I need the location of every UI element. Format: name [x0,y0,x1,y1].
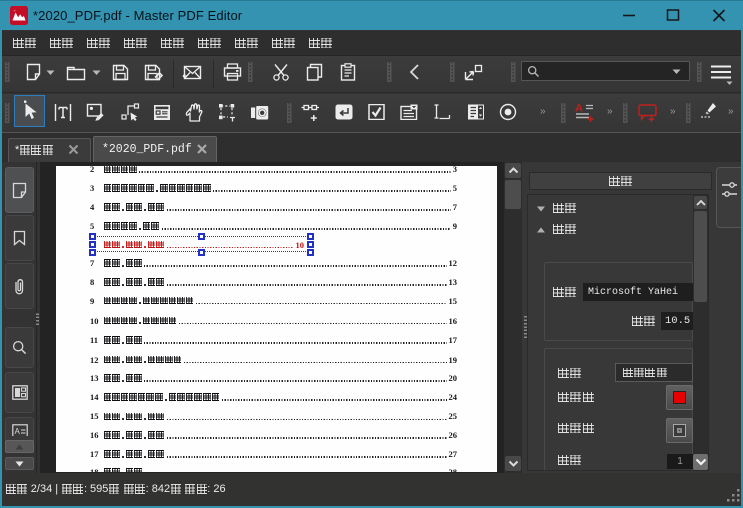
svg-text:A: A [575,103,583,115]
svg-text:A: A [14,427,20,436]
